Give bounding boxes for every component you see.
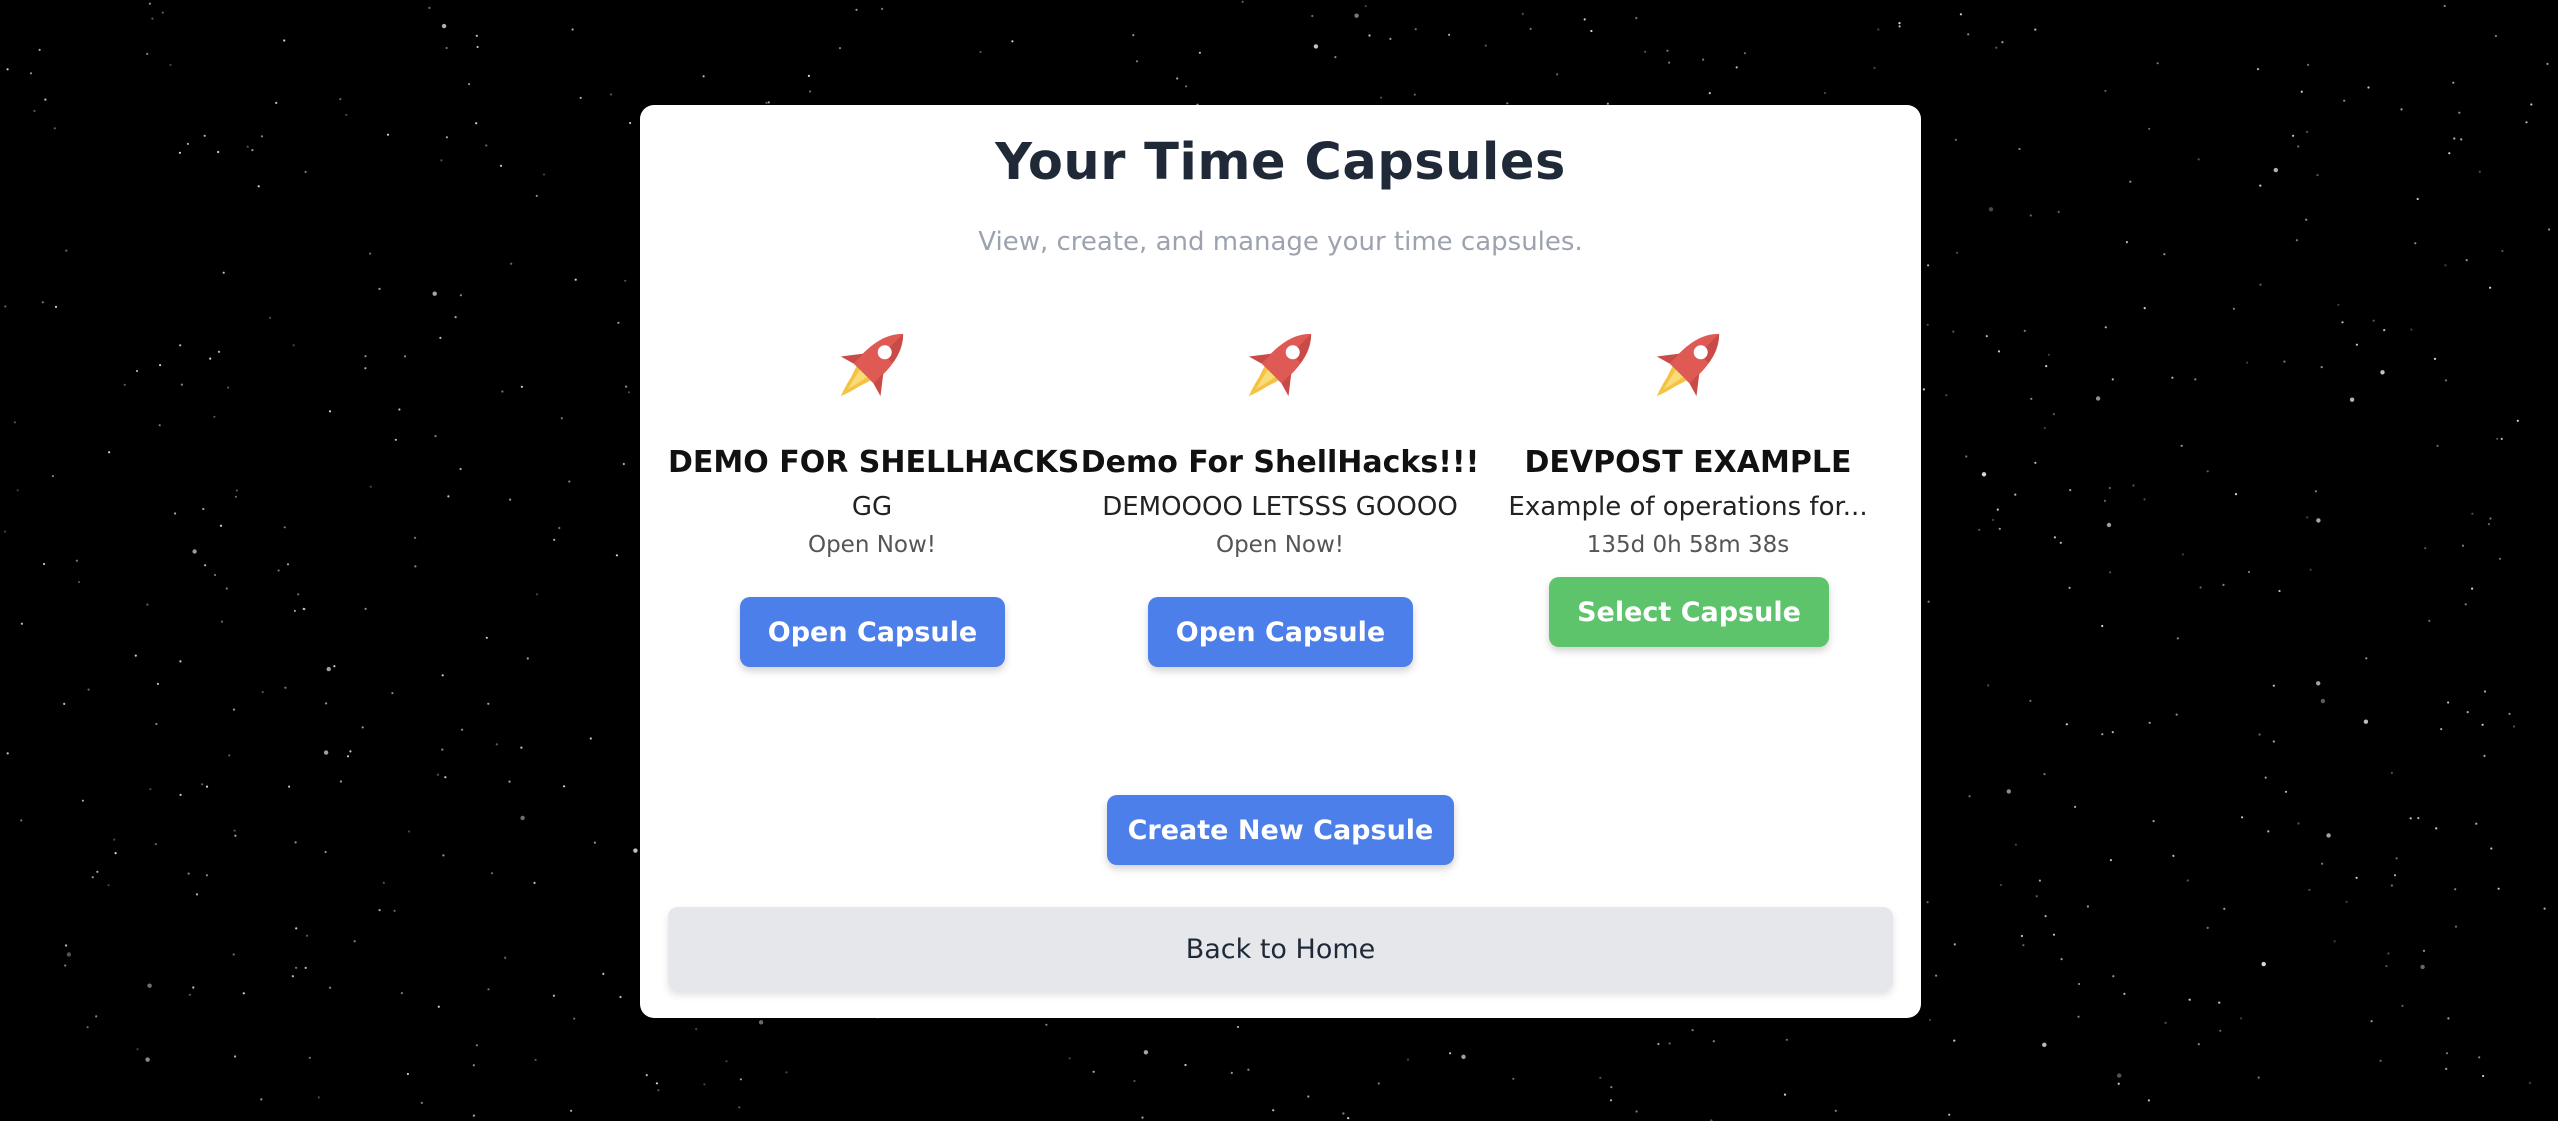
select-capsule-button[interactable]: Select Capsule	[1549, 577, 1829, 647]
capsule-title: Demo For ShellHacks!!!	[1080, 445, 1480, 480]
capsule-description: Example of operations for...	[1508, 492, 1868, 522]
open-capsule-button[interactable]: Open Capsule	[1148, 597, 1413, 667]
back-to-home-button[interactable]: Back to Home	[668, 907, 1893, 991]
capsule-title: DEVPOST EXAMPLE	[1524, 445, 1852, 480]
capsule-card: DEVPOST EXAMPLE Example of operations fo…	[1484, 315, 1892, 558]
capsule-title: DEMO FOR SHELLHACKS	[668, 445, 1080, 480]
page-title: Your Time Capsules	[995, 133, 1566, 192]
capsule-countdown: 135d 0h 58m 38s	[1586, 532, 1790, 558]
capsule-card: DEMO FOR SHELLHACKS GG Open Now!	[668, 315, 1080, 558]
capsule-description: DEMOOOO LETSSS GOOOO	[1102, 492, 1458, 522]
rocket-icon	[1248, 333, 1312, 397]
rocket-icon	[840, 333, 904, 397]
rocket-icon	[1656, 333, 1720, 397]
capsule-card: Demo For ShellHacks!!! DEMOOOO LETSSS GO…	[1076, 315, 1484, 558]
capsule-status: Open Now!	[1215, 532, 1345, 558]
page-subtitle: View, create, and manage your time capsu…	[978, 227, 1583, 257]
capsule-status: Open Now!	[807, 532, 937, 558]
create-capsule-button[interactable]: Create New Capsule	[1107, 795, 1454, 865]
open-capsule-button[interactable]: Open Capsule	[740, 597, 1005, 667]
capsule-description: GG	[851, 492, 893, 522]
capsules-panel: Your Time Capsules View, create, and man…	[640, 105, 1921, 1018]
